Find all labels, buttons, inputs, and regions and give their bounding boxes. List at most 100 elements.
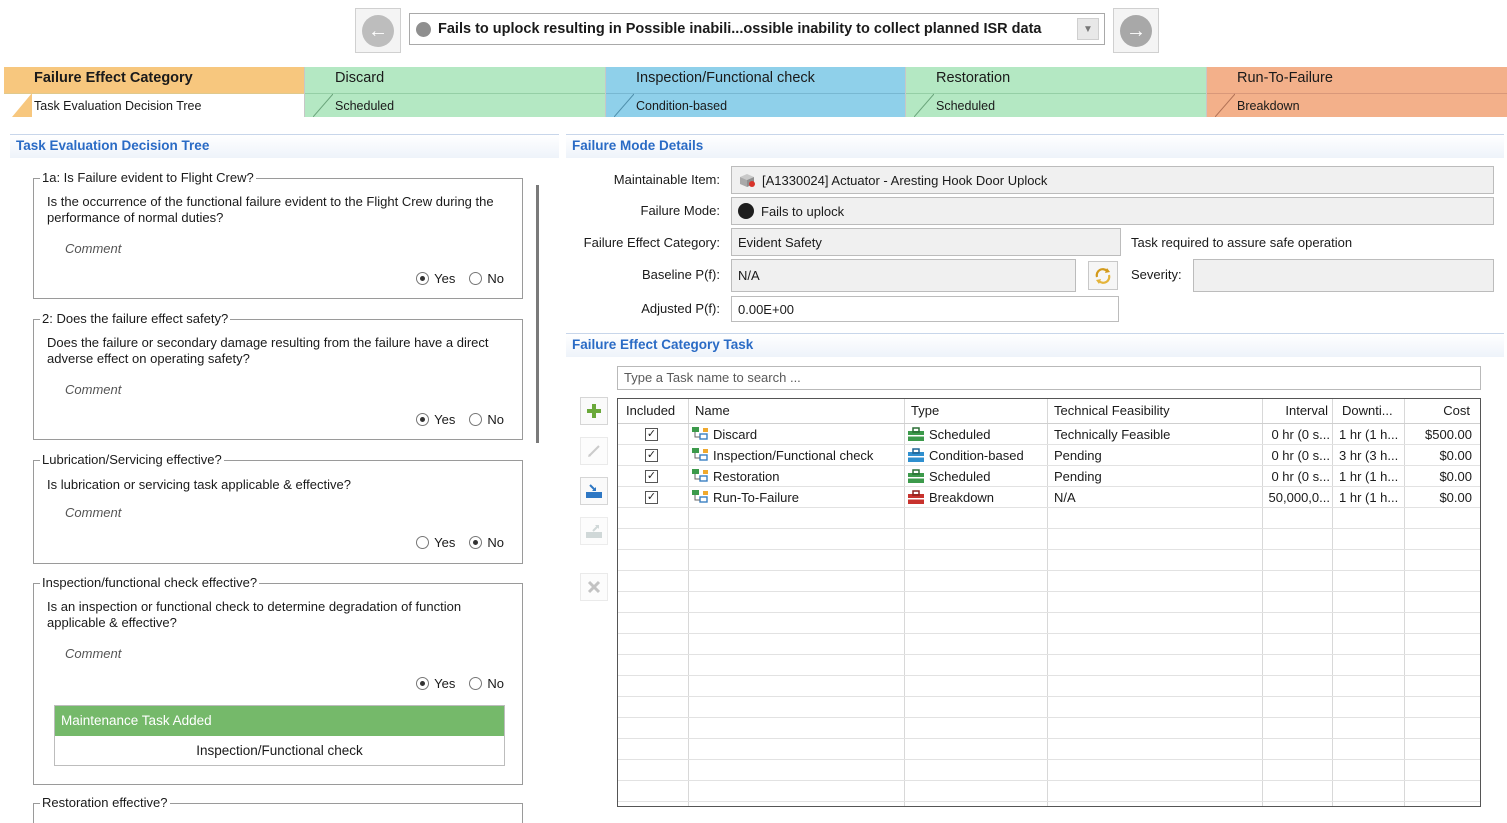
included-checkbox[interactable]: ✓ bbox=[645, 428, 658, 441]
col-type[interactable]: Type bbox=[911, 399, 939, 423]
task-type: Breakdown bbox=[929, 490, 995, 505]
tab-subtitle: Scheduled bbox=[305, 93, 605, 117]
fec-task-header: Failure Effect Category Task bbox=[566, 333, 1504, 357]
task-grid: Included Name Type Technical Feasibility… bbox=[617, 398, 1481, 807]
tab-discard[interactable]: Discard Scheduled bbox=[305, 67, 606, 117]
tab-title: Restoration bbox=[936, 70, 1011, 86]
question-text: Is the occurrence of the functional fail… bbox=[47, 194, 494, 225]
yes-radio[interactable]: Yes bbox=[416, 412, 455, 427]
task-name-cell: Inspection/Functional check bbox=[691, 445, 903, 466]
task-added-value: Inspection/Functional check bbox=[196, 743, 363, 758]
radio-empty-icon bbox=[469, 677, 483, 690]
export-task-button[interactable] bbox=[580, 517, 608, 545]
failure-mode-value: Fails to uplock bbox=[761, 203, 845, 219]
tab-slant-icon bbox=[914, 93, 934, 117]
arrow-right-icon: → bbox=[1120, 14, 1152, 47]
failure-mode-dot-icon bbox=[738, 203, 754, 219]
col-downtime[interactable]: Downti... bbox=[1342, 399, 1393, 423]
add-task-button[interactable] bbox=[580, 397, 608, 425]
yes-radio[interactable]: Yes bbox=[416, 271, 455, 286]
tab-failure-effect-category[interactable]: Failure Effect Category Task Evaluation … bbox=[4, 67, 305, 117]
no-radio[interactable]: No bbox=[469, 676, 504, 691]
col-interval[interactable]: Interval bbox=[1262, 399, 1328, 423]
comment-field[interactable]: Comment bbox=[65, 646, 121, 661]
tab-restoration[interactable]: Restoration Scheduled bbox=[906, 67, 1207, 117]
edit-task-button[interactable] bbox=[580, 437, 608, 465]
task-interval: 50,000,0... bbox=[1268, 490, 1330, 505]
task-type: Condition-based bbox=[929, 448, 1024, 463]
toolbox-blue-icon bbox=[908, 448, 924, 462]
comment-field[interactable]: Comment bbox=[65, 241, 121, 256]
task-feasibility: N/A bbox=[1054, 490, 1076, 505]
included-checkbox[interactable]: ✓ bbox=[645, 491, 658, 504]
tab-inspection-functional-check[interactable]: Inspection/Functional check Condition-ba… bbox=[606, 67, 906, 117]
maintainable-item-field: [A1330024] Actuator - Aresting Hook Door… bbox=[731, 166, 1494, 194]
col-included[interactable]: Included bbox=[626, 399, 675, 423]
task-tree-icon bbox=[692, 448, 708, 461]
comment-field[interactable]: Comment bbox=[65, 382, 121, 397]
refresh-baseline-button[interactable] bbox=[1088, 261, 1118, 290]
yes-radio[interactable]: Yes bbox=[416, 535, 455, 550]
question-title: Restoration effective? bbox=[40, 795, 170, 811]
radio-label: Yes bbox=[434, 271, 456, 286]
import-task-button[interactable] bbox=[580, 477, 608, 505]
radio-label: No bbox=[487, 676, 504, 691]
yes-radio[interactable]: Yes bbox=[416, 676, 455, 691]
failure-mode-details-header: Failure Mode Details bbox=[566, 134, 1504, 158]
task-downtime: 1 hr (1 h... bbox=[1339, 490, 1399, 505]
severity-field bbox=[1193, 259, 1494, 292]
no-radio[interactable]: No bbox=[469, 412, 504, 427]
included-checkbox[interactable]: ✓ bbox=[645, 470, 658, 483]
task-feasibility: Pending bbox=[1054, 469, 1102, 484]
task-type-cell: Scheduled bbox=[907, 424, 1047, 445]
adjusted-pf-field[interactable]: 0.00E+00 bbox=[731, 296, 1119, 322]
question-text: Is an inspection or functional check to … bbox=[47, 599, 462, 630]
question-title: 1a: Is Failure evident to Flight Crew? bbox=[40, 170, 256, 186]
pencil-icon bbox=[588, 445, 600, 457]
task-name-cell: Run-To-Failure bbox=[691, 487, 903, 508]
tab-slant-icon bbox=[614, 93, 634, 117]
export-icon bbox=[586, 525, 602, 538]
radio-selected-icon bbox=[469, 536, 483, 549]
previous-failure-mode-button[interactable]: ← bbox=[355, 8, 401, 53]
task-name: Run-To-Failure bbox=[713, 490, 799, 505]
task-cost: $500.00 bbox=[1425, 427, 1472, 442]
task-tree-icon bbox=[692, 490, 708, 503]
included-checkbox[interactable]: ✓ bbox=[645, 449, 658, 462]
fec-label: Failure Effect Category: bbox=[583, 235, 720, 250]
decision-tree-scrollbar[interactable] bbox=[536, 185, 539, 443]
task-tree-icon bbox=[692, 427, 708, 440]
next-failure-mode-button[interactable]: → bbox=[1113, 8, 1159, 53]
tab-slant-icon bbox=[12, 93, 32, 117]
import-icon bbox=[586, 484, 602, 498]
baseline-pf-label: Baseline P(f): bbox=[641, 267, 720, 282]
maintainable-item-value: [A1330024] Actuator - Aresting Hook Door… bbox=[762, 172, 1048, 188]
delete-task-button[interactable] bbox=[580, 573, 608, 601]
radio-empty-icon bbox=[416, 536, 430, 549]
question-title: 2: Does the failure effect safety? bbox=[40, 311, 231, 327]
toolbox-green-icon bbox=[908, 469, 924, 483]
task-type-cell: Condition-based bbox=[907, 445, 1047, 466]
tab-title: Discard bbox=[335, 70, 385, 86]
task-added-header: Maintenance Task Added bbox=[55, 706, 504, 736]
task-search-input[interactable]: Type a Task name to search ... bbox=[617, 366, 1481, 390]
dropdown-arrow-icon[interactable]: ▼ bbox=[1077, 18, 1099, 40]
radio-label: No bbox=[487, 412, 504, 427]
question-text: Is lubrication or servicing task applica… bbox=[47, 477, 351, 492]
task-interval: 0 hr (0 s... bbox=[1271, 448, 1330, 463]
task-type-cell: Scheduled bbox=[907, 466, 1047, 487]
task-downtime: 1 hr (1 h... bbox=[1339, 427, 1399, 442]
radio-label: No bbox=[487, 271, 504, 286]
fec-value: Evident Safety bbox=[738, 234, 822, 250]
col-name[interactable]: Name bbox=[695, 399, 730, 423]
failure-mode-selector[interactable]: Fails to uplock resulting in Possible in… bbox=[409, 13, 1105, 45]
comment-field[interactable]: Comment bbox=[65, 505, 121, 520]
severity-label: Severity: bbox=[1131, 267, 1182, 282]
tab-title: Failure Effect Category bbox=[34, 70, 193, 86]
tab-run-to-failure[interactable]: Run-To-Failure Breakdown bbox=[1207, 67, 1507, 117]
task-cost: $0.00 bbox=[1439, 448, 1472, 463]
col-technical-feasibility[interactable]: Technical Feasibility bbox=[1054, 399, 1170, 423]
no-radio[interactable]: No bbox=[469, 535, 504, 550]
col-cost[interactable]: Cost bbox=[1404, 399, 1470, 423]
no-radio[interactable]: No bbox=[469, 271, 504, 286]
